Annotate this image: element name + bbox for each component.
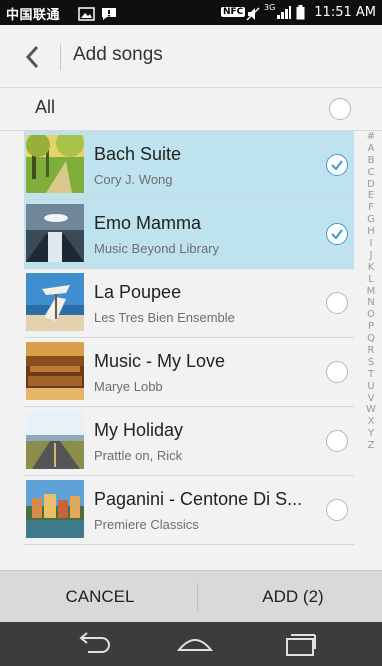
song-title: La Poupee	[94, 282, 182, 302]
song-checkbox[interactable]	[326, 430, 348, 452]
song-artist: Music Beyond Library	[94, 241, 219, 256]
index-letter[interactable]: E	[360, 190, 382, 202]
signal-icon	[276, 5, 292, 24]
checkmark-icon	[331, 160, 343, 171]
status-time: 11:51 AM	[314, 5, 376, 20]
song-row-emo-mamma[interactable]: Emo Mamma Music Beyond Library	[24, 200, 354, 268]
song-checkbox[interactable]	[326, 361, 348, 383]
system-nav-bar	[0, 622, 382, 666]
index-letter[interactable]: M	[360, 286, 382, 298]
index-letter[interactable]: W	[360, 404, 382, 416]
select-all-row[interactable]: All	[0, 88, 382, 131]
index-letter[interactable]: Q	[360, 333, 382, 345]
alphabet-index[interactable]: # A B C D E F G H I J K L M N O P Q R S T U V W X Y Z	[360, 131, 382, 561]
song-checkbox[interactable]	[326, 499, 348, 521]
album-art-image	[26, 135, 84, 193]
song-artist: Marye Lobb	[94, 379, 163, 394]
song-row-music-my-love[interactable]: Music - My Love Marye Lobb	[24, 338, 354, 406]
song-artist: Prattle on, Rick	[94, 448, 183, 463]
page-title: Add songs	[73, 44, 163, 65]
index-letter[interactable]: B	[360, 155, 382, 167]
song-artist: Premiere Classics	[94, 517, 199, 532]
index-letter[interactable]: O	[360, 309, 382, 321]
action-bar: CANCEL ADD (2)	[0, 570, 382, 623]
index-letter[interactable]: V	[360, 393, 382, 405]
index-letter[interactable]: S	[360, 357, 382, 369]
index-letter[interactable]: C	[360, 167, 382, 179]
index-letter[interactable]: T	[360, 369, 382, 381]
song-checkbox[interactable]	[326, 154, 348, 176]
index-letter[interactable]: F	[360, 202, 382, 214]
song-title: Bach Suite	[94, 144, 182, 164]
song-title: Music - My Love	[94, 351, 226, 371]
select-all-checkbox[interactable]	[329, 98, 351, 120]
index-letter[interactable]: L	[360, 274, 382, 286]
index-letter[interactable]: #	[360, 131, 382, 143]
carrier-name: 中国联通	[6, 8, 61, 23]
row-divider	[24, 544, 354, 545]
index-letter[interactable]: X	[360, 416, 382, 428]
home-icon[interactable]	[175, 630, 215, 658]
app-header: Add songs	[0, 25, 382, 88]
album-art-image	[26, 342, 84, 400]
song-artist: Les Tres Bien Ensemble	[94, 310, 235, 325]
index-letter[interactable]: G	[360, 214, 382, 226]
index-letter[interactable]: P	[360, 321, 382, 333]
back-arrow-icon[interactable]	[74, 630, 114, 658]
network-type: 3G	[264, 3, 276, 12]
select-all-label: All	[35, 97, 56, 117]
song-title: My Holiday	[94, 420, 184, 440]
index-letter[interactable]: U	[360, 381, 382, 393]
song-row-paganini[interactable]: Paganini - Centone Di S... Premiere Clas…	[24, 476, 354, 544]
index-letter[interactable]: A	[360, 143, 382, 155]
chevron-left-icon	[25, 45, 39, 69]
index-letter[interactable]: N	[360, 297, 382, 309]
recents-icon[interactable]	[281, 630, 321, 658]
mute-icon	[246, 6, 260, 25]
song-title: Paganini - Centone Di S...	[94, 489, 303, 509]
song-title: Emo Mamma	[94, 213, 202, 233]
song-row-my-holiday[interactable]: My Holiday Prattle on, Rick	[24, 407, 354, 475]
album-art-image	[26, 411, 84, 469]
back-button[interactable]	[18, 42, 48, 72]
index-letter[interactable]: I	[360, 238, 382, 250]
song-row-bach-suite[interactable]: Bach Suite Cory J. Wong	[24, 131, 354, 199]
message-notification-icon	[101, 6, 117, 25]
battery-icon	[296, 5, 305, 24]
index-letter[interactable]: J	[360, 250, 382, 262]
index-letter[interactable]: Z	[360, 440, 382, 452]
song-checkbox[interactable]	[326, 292, 348, 314]
song-checkbox[interactable]	[326, 223, 348, 245]
album-art-image	[26, 480, 84, 538]
index-letter[interactable]: Y	[360, 428, 382, 440]
album-art-image	[26, 204, 84, 262]
album-art-image	[26, 273, 84, 331]
add-button[interactable]: ADD (2)	[198, 571, 382, 623]
cancel-button[interactable]: CANCEL	[5, 571, 195, 623]
nfc-icon: NFC	[221, 7, 246, 17]
header-divider	[60, 44, 61, 70]
index-letter[interactable]: D	[360, 179, 382, 191]
song-artist: Cory J. Wong	[94, 172, 173, 187]
checkmark-icon	[331, 229, 343, 240]
image-notification-icon	[78, 6, 95, 25]
index-letter[interactable]: R	[360, 345, 382, 357]
song-row-la-poupee[interactable]: La Poupee Les Tres Bien Ensemble	[24, 269, 354, 337]
index-letter[interactable]: H	[360, 226, 382, 238]
index-letter[interactable]: K	[360, 262, 382, 274]
status-bar: 中国联通 NFC 3G 11:51 AM	[0, 0, 382, 25]
